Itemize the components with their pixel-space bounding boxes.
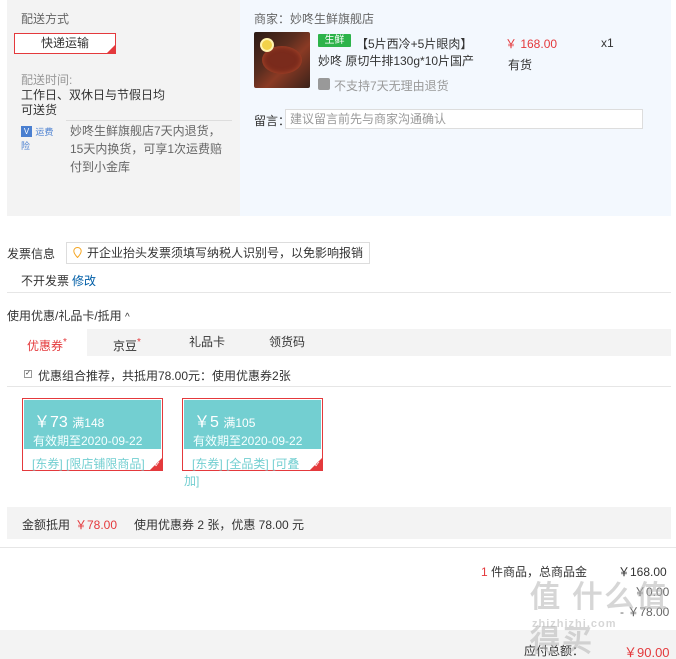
checkmark-icon: ✓ (310, 458, 322, 470)
tab-star: * (137, 337, 141, 348)
invoice-edit-link[interactable]: 修改 (72, 272, 96, 289)
promo-title: 使用优惠/礼品卡/抵用 (7, 309, 122, 323)
selected-corner-icon (107, 45, 115, 53)
location-pin-icon (73, 247, 82, 258)
coupon-card[interactable]: ￥5 满105 有效期至2020-09-22 [东券] [全品类] [可叠 ✓ (182, 398, 323, 471)
shipping-method-button[interactable]: 快递运输 (14, 33, 116, 54)
remark-input[interactable]: 建议留言前先与商家沟通确认 (285, 109, 643, 129)
delivery-time-line2: 可送货 (21, 103, 58, 117)
coupon-tags-overflow: 加] (184, 474, 200, 488)
invoice-title: 发票信息 (7, 247, 56, 261)
invoice-tip-text: 开企业抬头发票须填写纳税人识别号，以免影响报销 (87, 246, 364, 260)
coupon-amount-line: ￥5 满105 (194, 408, 255, 432)
lemon-image (260, 38, 274, 52)
tab-label: 京豆 (113, 339, 138, 353)
deduct-amount: ￥78.00 (75, 518, 118, 532)
coupon-condition: 满105 (223, 416, 256, 430)
tab-star: * (63, 337, 67, 348)
tab-label: 礼品卡 (188, 335, 225, 349)
coupon-header: ￥5 满105 有效期至2020-09-22 (184, 400, 321, 449)
item-count: 1 (481, 565, 488, 579)
deduct-label: 金额抵用 (22, 518, 71, 532)
fresh-badge-label: 生鲜 (324, 35, 345, 46)
promo-tabs: 优惠券* 京豆* 礼品卡 领货码 (7, 329, 671, 356)
tab-pickup-code[interactable]: 领货码 (247, 329, 327, 356)
merchant-prefix: 商家： (254, 12, 291, 26)
coupon-card[interactable]: ￥73 满148 有效期至2020-09-22 [东券] [限店铺限商品] ✓ (22, 398, 163, 471)
coupon-amount-line: ￥73 满148 (34, 408, 104, 432)
coupon-expiry: 有效期至2020-09-22 (193, 434, 303, 448)
checkmark-icon: ✓ (150, 458, 162, 470)
fresh-badge: 生鲜 (318, 34, 351, 47)
coupon-condition: 满148 (72, 416, 105, 430)
deduct-summary: 使用优惠券 2 张，优惠 78.00 元 (134, 518, 305, 532)
divider (7, 292, 671, 293)
insurance-line3: 付到小金库 (70, 160, 131, 174)
promo-toggle[interactable]: 使用优惠/礼品卡/抵用 ^ (7, 307, 130, 324)
delivery-title: 配送方式 (21, 12, 70, 26)
insurance-line1: 妙咚生鲜旗舰店7天内退货， (70, 124, 221, 138)
coupon-header: ￥73 满148 有效期至2020-09-22 (24, 400, 161, 449)
coupon-tags: [东券] [全品类] [可叠 (192, 457, 300, 471)
coupon-amount: ￥73 (34, 414, 68, 431)
divider (66, 120, 232, 121)
product-thumbnail[interactable] (254, 32, 310, 88)
divider (0, 547, 676, 548)
no-return-icon (318, 78, 330, 90)
divider (7, 386, 671, 387)
coupon-amount: ￥5 (194, 414, 219, 431)
merchant-line: 商家：妙咚生鲜旗舰店 (254, 10, 374, 27)
freight-insurance-badge[interactable]: V 运费险 (21, 124, 61, 151)
combo-checkbox[interactable]: ✓ (24, 370, 32, 378)
merchant-name[interactable]: 妙咚生鲜旗舰店 (290, 12, 374, 26)
tab-label: 优惠券 (27, 339, 64, 353)
product-title-line1[interactable]: 【5片西冷+5片眼肉】 (356, 35, 472, 52)
tab-jingdou[interactable]: 京豆* (87, 329, 167, 356)
combo-text: 优惠组合推荐，共抵用78.00元：使用优惠券2张 (38, 369, 291, 383)
watermark-logo: 值 什么值得买 (530, 581, 669, 658)
tab-label: 领货码 (268, 335, 305, 349)
return-policy: 不支持7天无理由退货 (334, 79, 449, 93)
product-quantity: x1 (601, 36, 614, 50)
insurance-icon: V (21, 126, 32, 138)
stock-status: 有货 (508, 58, 533, 72)
insurance-line2: 15天内换货，可享1次运费赔 (70, 142, 223, 156)
tab-gift-card[interactable]: 礼品卡 (167, 329, 247, 356)
coupon-expiry: 有效期至2020-09-22 (33, 434, 143, 448)
coupon-tags: [东券] [限店铺限商品] (32, 457, 145, 471)
invoice-status: 不开发票 (21, 274, 70, 288)
tab-coupons[interactable]: 优惠券* (7, 329, 87, 356)
chevron-up-icon: ^ (125, 312, 130, 323)
shipping-method-label: 快递运输 (40, 36, 89, 50)
product-price: ￥ 168.00 (505, 37, 558, 51)
invoice-tip: 开企业抬头发票须填写纳税人识别号，以免影响报销 (66, 242, 371, 264)
product-title-line2[interactable]: 妙咚 原切牛排130g*10片国产 (318, 52, 474, 69)
watermark-url: zhizhizhi.com (532, 618, 617, 630)
